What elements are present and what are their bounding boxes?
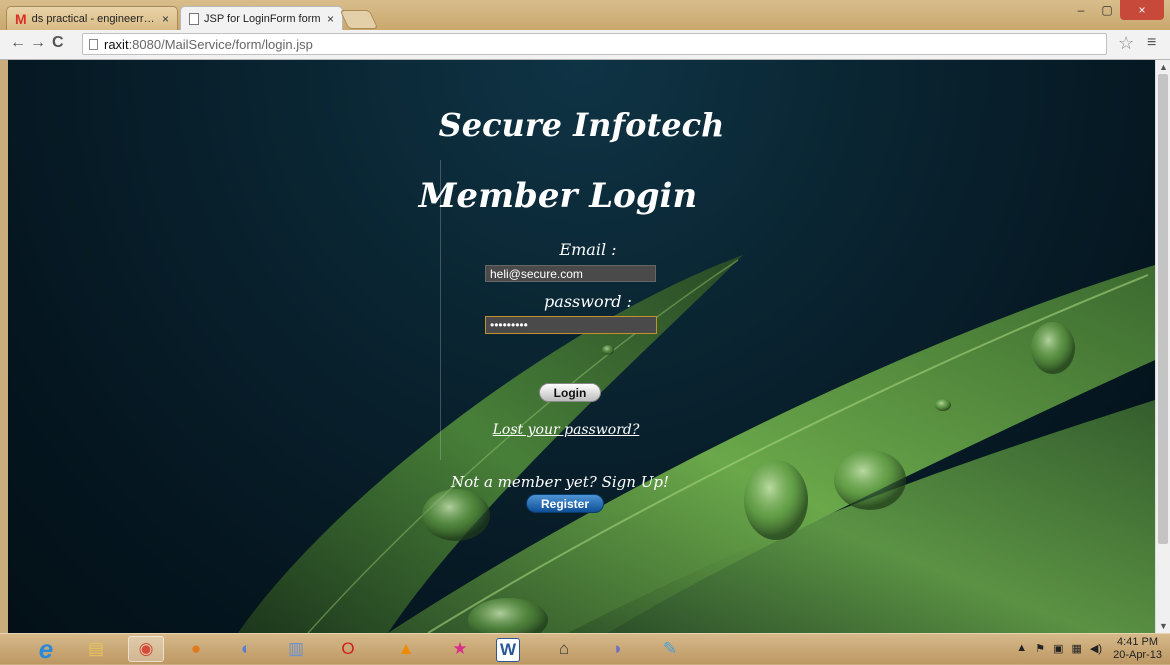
reload-icon[interactable]: C bbox=[52, 34, 64, 52]
scroll-down-arrow-icon[interactable]: ▼ bbox=[1159, 621, 1168, 631]
taskbar-firefox-icon[interactable]: ● bbox=[178, 636, 214, 662]
window-controls: – ▢ × bbox=[1068, 0, 1164, 20]
back-arrow-icon[interactable]: ← bbox=[10, 34, 26, 52]
scroll-thumb[interactable] bbox=[1158, 74, 1168, 544]
forward-arrow-icon[interactable]: → bbox=[30, 34, 46, 52]
email-label: Email : bbox=[559, 240, 617, 259]
url-path: :8080/MailService/form/login.jsp bbox=[128, 36, 313, 52]
taskbar-database-icon[interactable]: ▥ bbox=[278, 636, 314, 662]
tab-bar: M ds practical - engineerraxit × JSP for… bbox=[0, 0, 1170, 30]
tab-login-form[interactable]: JSP for LoginForm form × bbox=[180, 6, 343, 30]
tray-app-icon[interactable]: ▣ bbox=[1053, 642, 1063, 655]
clock-time: 4:41 PM bbox=[1117, 636, 1159, 648]
login-title: Member Login bbox=[418, 176, 698, 216]
site-title: Secure Infotech bbox=[438, 106, 725, 144]
page-icon bbox=[89, 38, 98, 50]
close-window-button[interactable]: × bbox=[1120, 0, 1164, 20]
taskbar: e ▤ ◉ ● ◐ ▥ O ▲ ★ W ⌂ ◗ ✎ ▲ ⚑ ▣ ▦ ◀) 4:41 PM 20-Apr-… bbox=[0, 633, 1170, 664]
taskbar-star-app-icon[interactable]: ★ bbox=[442, 636, 478, 662]
tray-arrow-icon[interactable]: ▲ bbox=[1016, 642, 1027, 655]
page-icon bbox=[189, 12, 199, 25]
clock-date: 20-Apr-13 bbox=[1113, 649, 1162, 661]
password-label: password : bbox=[544, 292, 632, 311]
taskbar-vlc-icon[interactable]: ▲ bbox=[388, 636, 424, 662]
minimize-button[interactable]: – bbox=[1068, 0, 1094, 20]
lost-password-link[interactable]: Lost your password? bbox=[8, 422, 1124, 438]
system-tray: ▲ ⚑ ▣ ▦ ◀) bbox=[1016, 642, 1102, 655]
tab-title: ds practical - engineerraxit bbox=[31, 12, 156, 25]
taskbar-word-icon[interactable]: W bbox=[496, 638, 520, 662]
taskbar-file-explorer-icon[interactable]: ▤ bbox=[78, 636, 114, 662]
tray-volume-icon[interactable]: ◀) bbox=[1090, 642, 1102, 655]
taskbar-internet-explorer-icon[interactable]: e bbox=[28, 634, 64, 664]
url-host: raxit bbox=[104, 36, 129, 52]
gmail-icon: M bbox=[15, 10, 27, 27]
taskbar-app-blue-icon[interactable]: ◐ bbox=[228, 636, 264, 662]
password-field[interactable] bbox=[485, 316, 657, 334]
scroll-up-arrow-icon[interactable]: ▲ bbox=[1159, 62, 1168, 72]
page-content: Secure Infotech Member Login Email : pas… bbox=[8, 60, 1155, 633]
taskbar-dolphin-app-icon[interactable]: ◗ bbox=[600, 636, 636, 662]
new-tab-button[interactable] bbox=[339, 10, 379, 29]
taskbar-tool-app-icon[interactable]: ⌂ bbox=[546, 636, 582, 662]
browser-toolbar: ← → C raxit:8080/MailService/form/login.… bbox=[0, 30, 1170, 60]
tab-gmail[interactable]: M ds practical - engineerraxit × bbox=[6, 6, 178, 30]
page-scrollbar[interactable]: ▲ ▼ bbox=[1155, 60, 1170, 633]
menu-icon[interactable]: ≡ bbox=[1147, 34, 1156, 52]
email-field[interactable] bbox=[485, 265, 656, 282]
login-button[interactable]: Login bbox=[539, 383, 601, 402]
signup-text: Not a member yet? Sign Up! bbox=[451, 473, 669, 491]
tray-network-icon[interactable]: ▦ bbox=[1071, 642, 1081, 655]
leaf-background-image bbox=[238, 255, 1155, 633]
tab-close-icon[interactable]: × bbox=[162, 12, 169, 26]
maximize-button[interactable]: ▢ bbox=[1094, 0, 1120, 20]
address-bar[interactable]: raxit:8080/MailService/form/login.jsp bbox=[82, 33, 1107, 55]
taskbar-chrome-icon[interactable]: ◉ bbox=[128, 636, 164, 662]
tab-title: JSP for LoginForm form bbox=[204, 12, 321, 25]
clock[interactable]: 4:41 PM 20-Apr-13 bbox=[1113, 636, 1162, 662]
taskbar-opera-icon[interactable]: O bbox=[330, 636, 366, 662]
tab-close-icon[interactable]: × bbox=[327, 12, 334, 26]
taskbar-paint-icon[interactable]: ✎ bbox=[652, 636, 688, 662]
tray-flag-icon[interactable]: ⚑ bbox=[1035, 642, 1045, 655]
bookmark-star-icon[interactable]: ☆ bbox=[1118, 33, 1134, 54]
register-button[interactable]: Register bbox=[526, 494, 604, 513]
